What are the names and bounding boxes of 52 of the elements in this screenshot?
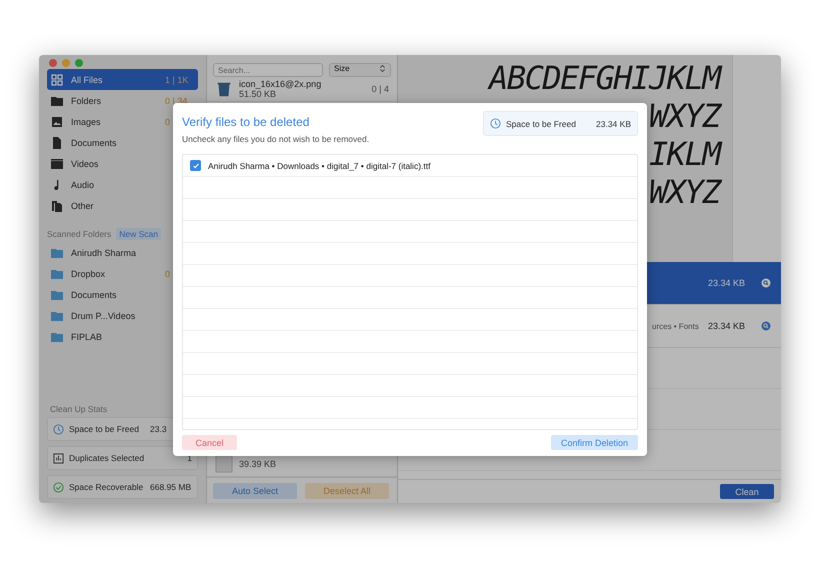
stat-card: Space to be Freed 23.34 KB [483, 111, 638, 136]
file-count: 0 | 4 [372, 84, 389, 94]
preview-text: IKLM [648, 135, 722, 173]
image-icon [51, 116, 63, 128]
clock-icon [490, 118, 501, 129]
file-size: 39.39 KB [239, 459, 278, 469]
folder-item[interactable]: Drum P...Videos [47, 305, 198, 326]
zoom-icon[interactable] [75, 59, 83, 67]
trash-icon [215, 80, 233, 98]
folder-item[interactable]: Anirudh Sharma [47, 242, 198, 263]
dialog-title: Verify files to be deleted [182, 115, 310, 129]
checkbox[interactable] [190, 160, 201, 171]
file-item[interactable]: icon_16x16@2x.png 51.50 KB 0 | 4 [207, 77, 397, 102]
file-name: icon_16x16@2x.png [239, 79, 322, 89]
folder-icon [51, 330, 63, 342]
sidebar-item[interactable]: Videos [47, 153, 198, 174]
folder-item[interactable]: Dropbox 0 [47, 263, 198, 284]
sidebar-item[interactable]: Audio [47, 174, 198, 195]
film-icon [51, 158, 63, 170]
checkmark-icon [192, 162, 200, 170]
preview-text: ABCDEFGHIJKLM [489, 59, 722, 97]
file-icon [215, 455, 233, 473]
sidebar-item[interactable]: All Files 1 | 1K [47, 69, 198, 90]
checkmark-circle-icon [53, 482, 64, 492]
bar-chart-icon [53, 452, 64, 464]
sidebar-item[interactable]: Other [47, 195, 198, 216]
section-heading: Scanned Folders [47, 229, 112, 239]
magnifier-icon[interactable] [761, 278, 771, 288]
folder-icon [51, 94, 63, 106]
folder-item[interactable]: FIPLAB [47, 326, 198, 347]
folder-item[interactable]: Documents [47, 284, 198, 305]
file-size: 51.50 KB [239, 89, 278, 99]
section-heading: Clean Up Stats [50, 404, 108, 414]
grid-icon [51, 74, 63, 86]
preview-text: WXYZ [648, 173, 722, 211]
magnifier-icon[interactable] [761, 321, 771, 331]
sort-dropdown[interactable]: Size [329, 63, 391, 77]
search-field[interactable]: Search... [213, 63, 323, 77]
clock-icon [53, 424, 64, 434]
chevron-up-down-icon [379, 64, 386, 73]
file-path: Anirudh Sharma • Downloads • digital_7 • digital-7 (italic).ttf [208, 160, 430, 170]
folder-icon [51, 246, 63, 258]
dialog-subtitle: Uncheck any files you do not wish to be removed. [182, 134, 370, 144]
stat-card: Space Recoverable 668.95 MB [47, 475, 198, 499]
preview-text: WXYZ [648, 97, 722, 135]
clean-button[interactable]: Clean [720, 484, 774, 499]
folder-icon [51, 268, 63, 280]
document-icon [51, 136, 63, 148]
close-icon[interactable] [49, 59, 57, 67]
documents-icon [51, 200, 63, 212]
folder-icon [51, 310, 63, 322]
folder-icon [51, 288, 63, 300]
